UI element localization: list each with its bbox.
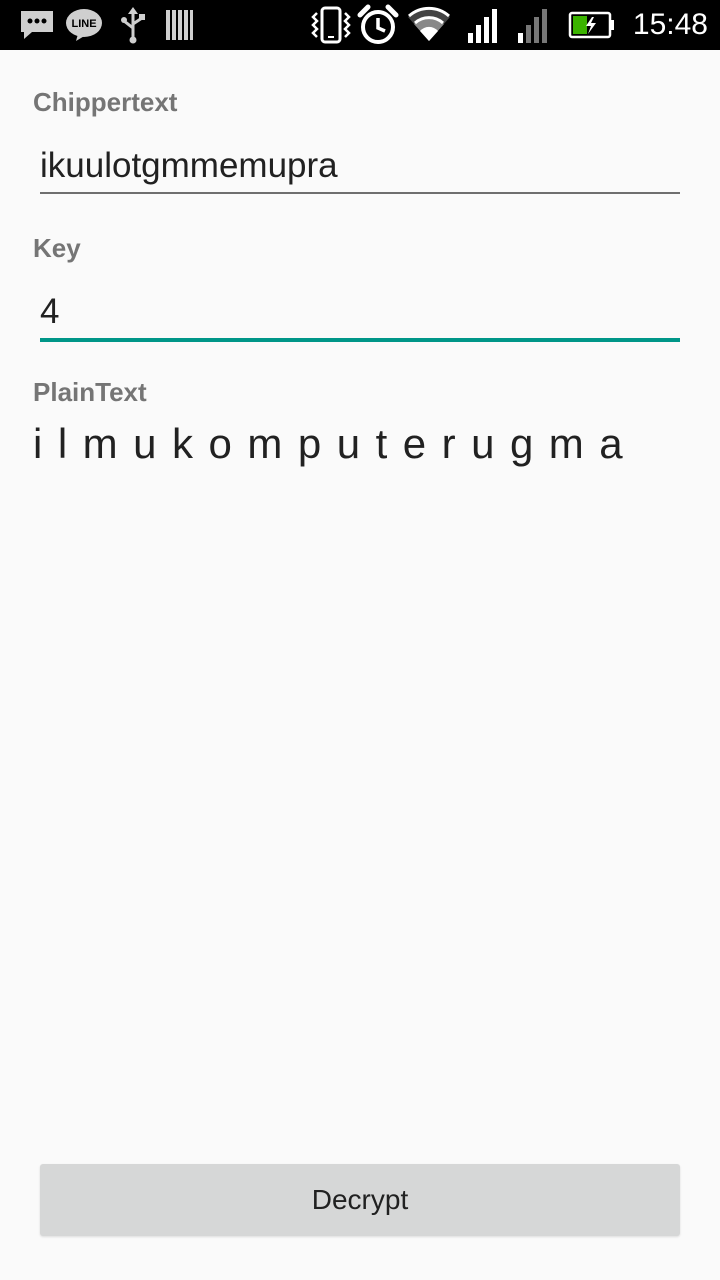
svg-text:LINE: LINE [71, 18, 96, 30]
barcode-icon [164, 0, 194, 50]
wifi-icon [406, 0, 452, 50]
usb-icon [118, 0, 148, 50]
battery-charging-icon [568, 0, 616, 50]
ciphertext-input[interactable] [40, 144, 680, 188]
ciphertext-underline [40, 192, 680, 194]
signal-icon [466, 0, 502, 50]
key-input[interactable] [40, 290, 680, 334]
status-time: 15:48 [632, 8, 708, 41]
key-label: Key [33, 233, 81, 263]
line-app-icon: LINE [64, 0, 104, 50]
ciphertext-field[interactable] [40, 144, 680, 194]
status-bar: LINE 15:48 [0, 0, 720, 50]
message-icon [18, 0, 56, 50]
plaintext-output: ilmukomputerugma [33, 420, 639, 467]
ciphertext-label: Chippertext [33, 87, 178, 117]
decrypt-button[interactable]: Decrypt [40, 1164, 680, 1236]
key-field[interactable] [40, 290, 680, 342]
plaintext-label: PlainText [33, 377, 147, 407]
vibrate-icon [310, 0, 352, 50]
key-underline-focused [40, 338, 680, 342]
alarm-icon [357, 0, 399, 50]
signal-weak-icon [516, 0, 552, 50]
